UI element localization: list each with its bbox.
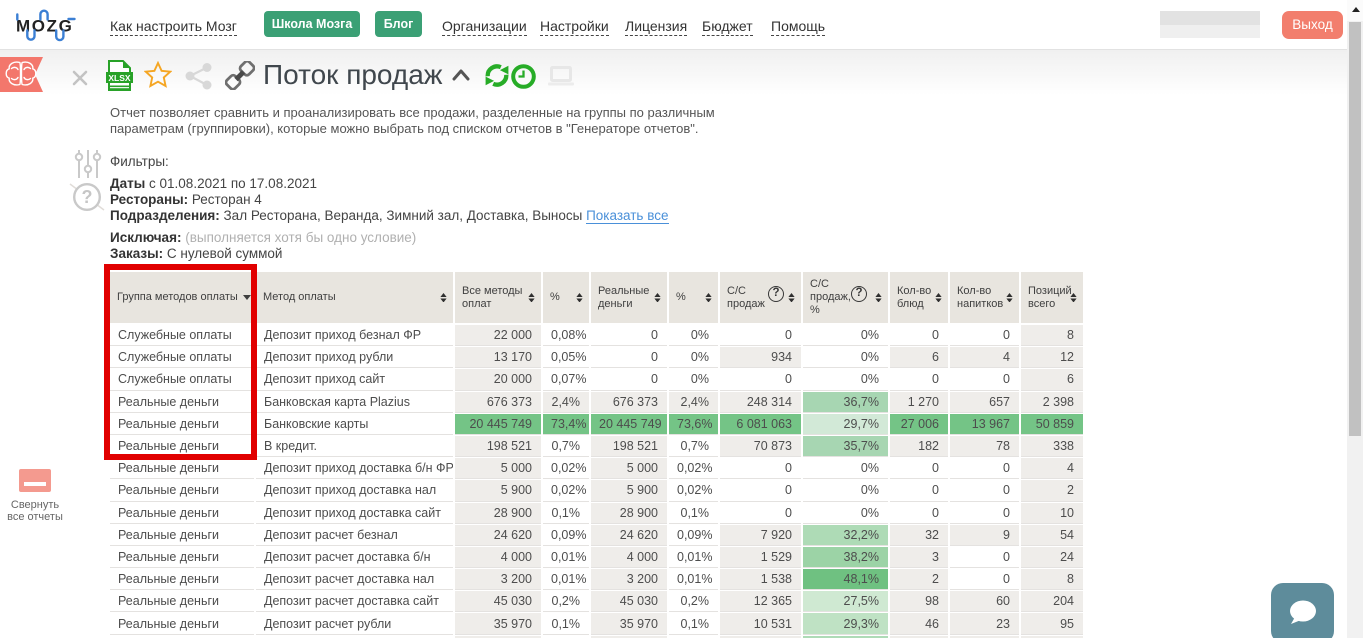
svg-text:XLSX: XLSX (108, 73, 131, 83)
svg-text:MOZG: MOZG (16, 17, 73, 36)
svg-text:?: ? (82, 187, 93, 207)
